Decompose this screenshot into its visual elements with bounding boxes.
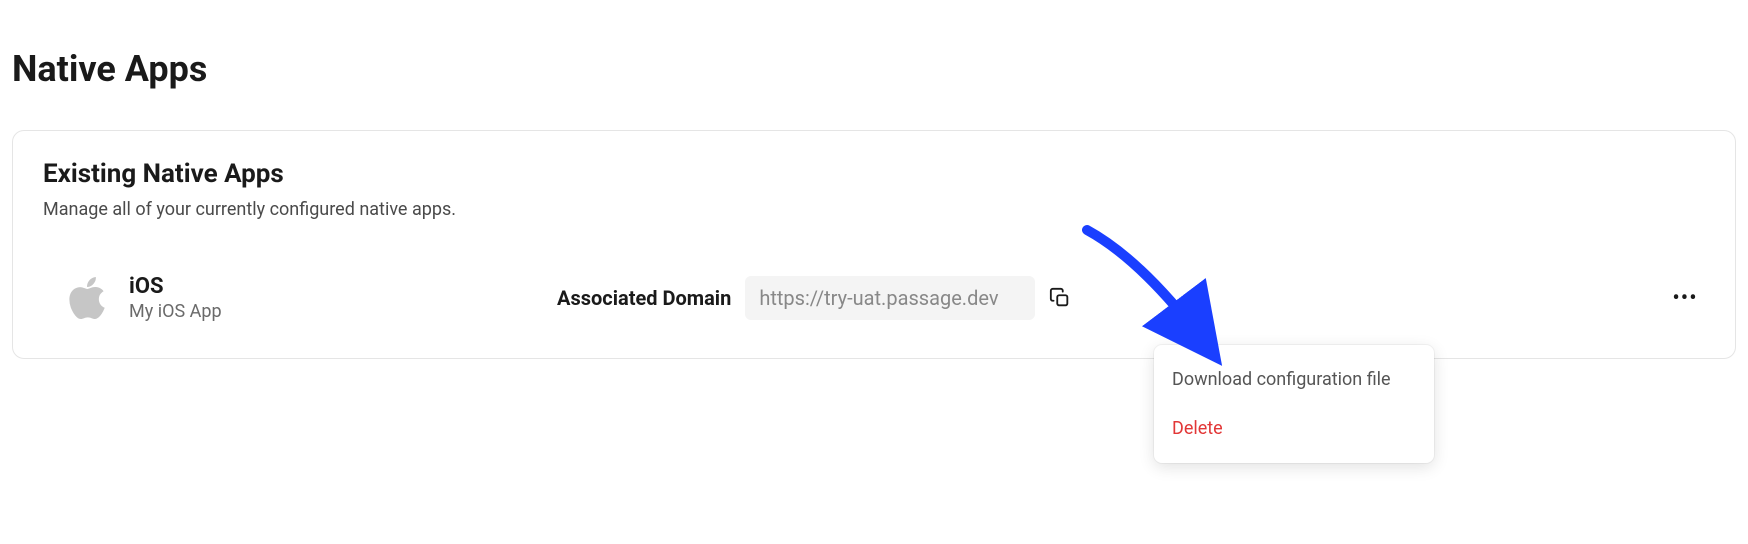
card-title: Existing Native Apps xyxy=(43,159,1705,189)
associated-domain-section: Associated Domain xyxy=(557,276,1071,320)
associated-domain-input[interactable] xyxy=(745,276,1035,320)
app-options-menu: Download configuration file Delete xyxy=(1154,345,1434,463)
app-info-block: iOS My iOS App xyxy=(67,274,222,322)
more-icon: ••• xyxy=(1672,286,1697,311)
delete-menu-item[interactable]: Delete xyxy=(1154,408,1434,449)
download-config-menu-item[interactable]: Download configuration file xyxy=(1154,359,1434,400)
app-name: My iOS App xyxy=(129,301,222,322)
more-options-button[interactable]: ••• xyxy=(1665,278,1705,318)
native-apps-card: Existing Native Apps Manage all of your … xyxy=(12,130,1736,359)
page-title: Native Apps xyxy=(0,0,1748,90)
associated-domain-label: Associated Domain xyxy=(557,286,731,310)
card-subtitle: Manage all of your currently configured … xyxy=(43,199,1705,220)
copy-icon[interactable] xyxy=(1049,287,1071,309)
apple-icon xyxy=(67,274,107,322)
app-row: iOS My iOS App Associated Domain ••• xyxy=(43,274,1705,322)
app-platform: iOS xyxy=(129,274,222,299)
app-info: iOS My iOS App xyxy=(129,274,222,322)
